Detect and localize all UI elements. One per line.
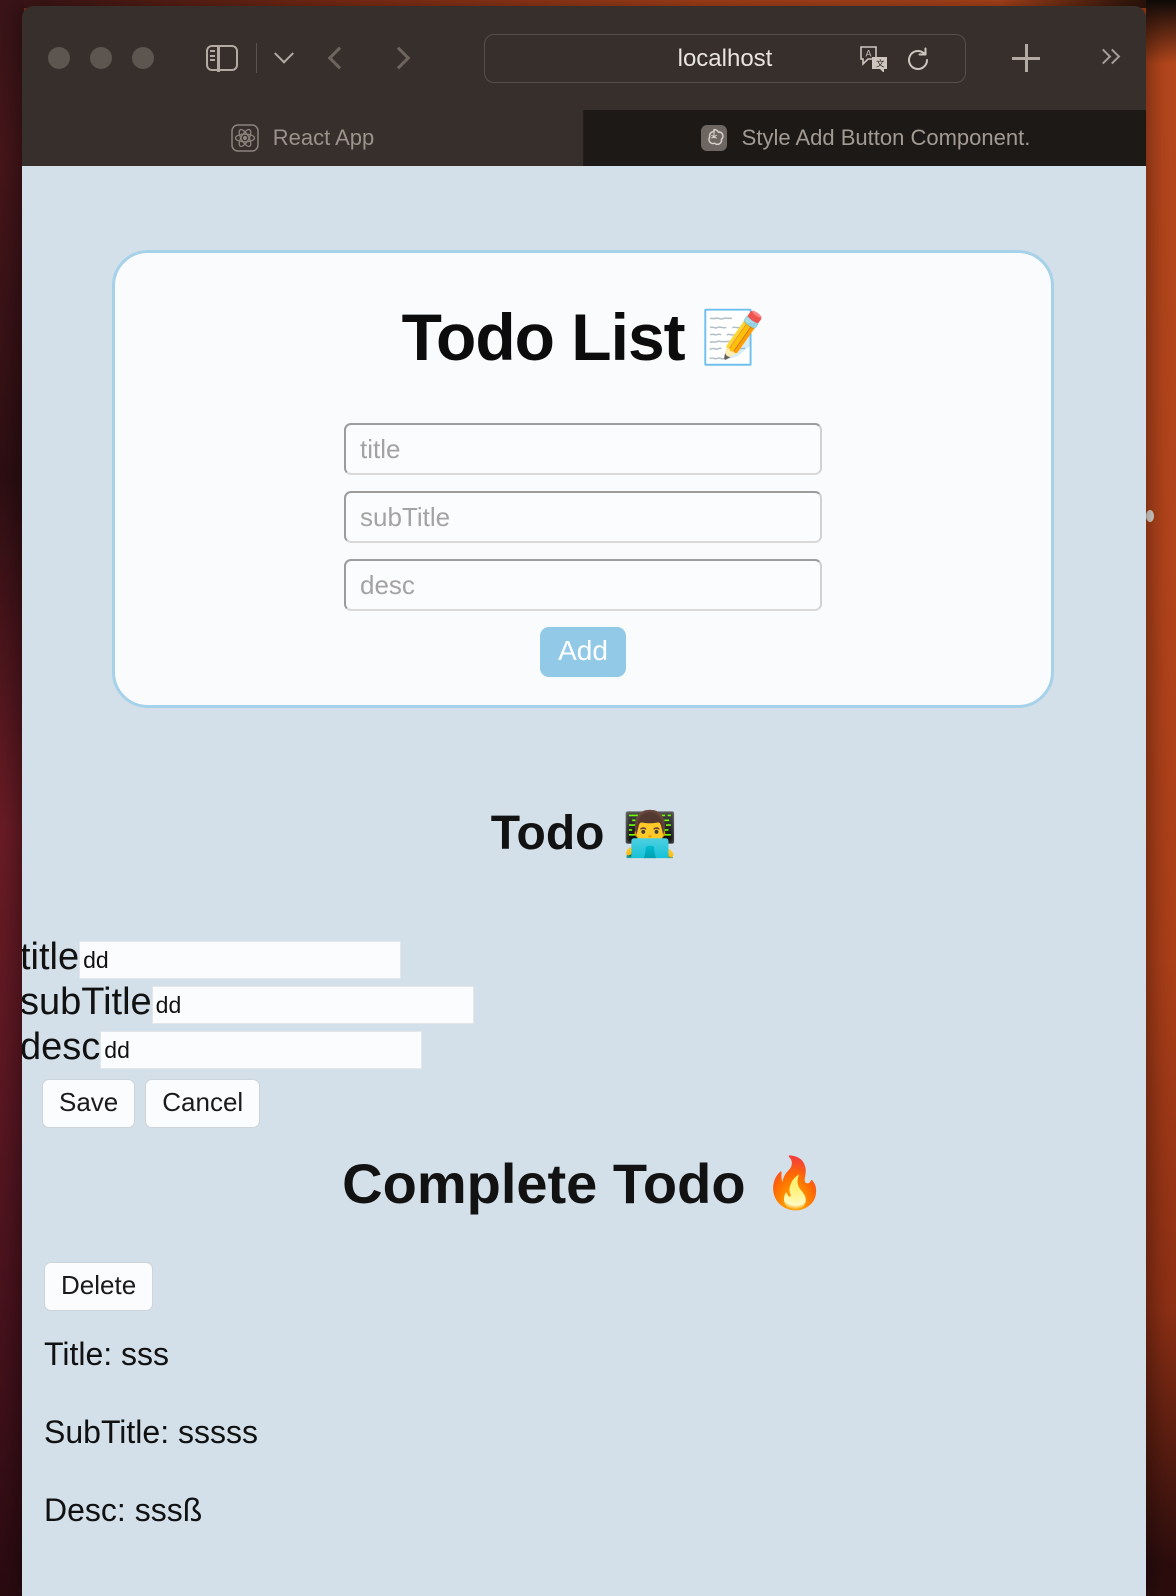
page-viewport: Todo List 📝 Add Todo 👨‍💻 title	[22, 166, 1146, 1596]
desktop-background: localhost A 文 React App Style Add Button…	[0, 0, 1176, 1596]
edit-input-title[interactable]	[79, 941, 402, 979]
todo-form-card: Todo List 📝 Add	[112, 250, 1054, 708]
tab-react-app[interactable]: React App	[22, 110, 584, 166]
save-button[interactable]: Save	[42, 1079, 136, 1128]
todo-edit-form: title subTitle desc Save Cancel	[22, 938, 474, 1128]
complete-item-desc: Desc: sssß	[44, 1492, 203, 1528]
tab-style-add-button-component[interactable]: Style Add Button Component.	[584, 110, 1146, 166]
minimize-window-button[interactable]	[90, 47, 112, 69]
add-button[interactable]: Add	[540, 627, 626, 677]
overflow-menu-button[interactable]	[1095, 44, 1122, 70]
forward-arrow-icon[interactable]	[387, 46, 411, 70]
technologist-icon: 👨‍💻	[622, 809, 678, 859]
tab-label-style-add-button: Style Add Button Component.	[741, 125, 1031, 150]
browser-toolbar: localhost A 文	[22, 6, 1146, 110]
edit-row-desc: desc	[22, 1028, 474, 1069]
chatgpt-logo-icon	[700, 125, 727, 151]
react-logo-icon	[230, 124, 259, 152]
chevron-down-icon[interactable]	[274, 43, 294, 64]
svg-text:A: A	[866, 49, 872, 59]
tab-strip: React App Style Add Button Component.	[22, 110, 1146, 166]
maximize-window-button[interactable]	[132, 47, 154, 69]
reload-icon[interactable]	[905, 47, 931, 73]
browser-window: localhost A 文 React App Style Add Button…	[22, 6, 1146, 1596]
memo-icon: 📝	[700, 308, 766, 367]
address-text: localhost	[677, 44, 773, 72]
wallpaper-artifact	[1146, 510, 1154, 522]
edit-label-subtitle: subTitle	[22, 981, 152, 1023]
address-bar[interactable]: localhost A 文	[484, 34, 966, 83]
complete-item-subtitle: SubTitle: sssss	[44, 1414, 258, 1450]
chevron-right-2	[1104, 48, 1121, 65]
title-input[interactable]	[344, 423, 822, 475]
todo-section-heading: Todo 👨‍💻	[22, 806, 1146, 861]
close-window-button[interactable]	[48, 47, 70, 69]
cancel-button[interactable]: Cancel	[145, 1079, 261, 1128]
todo-heading-text: Todo	[490, 807, 605, 860]
toolbar-divider	[256, 43, 257, 73]
wallpaper-right-strip	[1146, 0, 1176, 1596]
page-title: Todo List 📝	[115, 253, 1051, 375]
subtitle-input[interactable]	[344, 491, 822, 543]
wallpaper-left-strip	[0, 0, 24, 1596]
edit-form-buttons: Save Cancel	[42, 1079, 474, 1128]
sidebar-lines	[210, 50, 215, 64]
edit-input-subtitle[interactable]	[151, 986, 474, 1024]
edit-label-title: title	[22, 936, 80, 978]
edit-input-desc[interactable]	[100, 1031, 423, 1069]
window-traffic-lights	[48, 47, 154, 69]
edit-row-subtitle: subTitle	[22, 983, 474, 1024]
back-arrow-icon[interactable]	[327, 46, 351, 70]
edit-row-title: title	[22, 938, 474, 979]
translate-icon[interactable]: A 文	[859, 46, 889, 72]
complete-heading-text: Complete Todo	[342, 1152, 746, 1215]
tab-label-react-app: React App	[272, 125, 375, 150]
page-title-text: Todo List	[401, 300, 686, 374]
svg-text:文: 文	[876, 59, 885, 69]
complete-item-title: Title: sss	[44, 1336, 170, 1372]
new-tab-button[interactable]	[1012, 44, 1040, 72]
desc-input[interactable]	[344, 559, 822, 611]
fire-icon: 🔥	[763, 1155, 826, 1211]
edit-label-desc: desc	[22, 1026, 101, 1068]
complete-todo-section-heading: Complete Todo 🔥	[22, 1151, 1146, 1216]
delete-button[interactable]: Delete	[44, 1262, 154, 1311]
sidebar-toggle-icon[interactable]	[206, 44, 238, 72]
